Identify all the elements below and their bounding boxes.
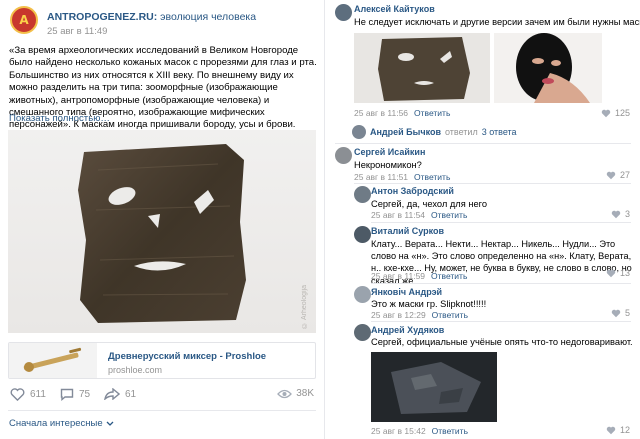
sort-label: Сначала интересные [9, 418, 103, 429]
post-actions: 611 75 61 38K [8, 385, 316, 405]
comment-date[interactable]: 25 авг в 11:56 [354, 108, 408, 118]
share-button[interactable]: 61 [104, 388, 136, 400]
divider [354, 183, 631, 184]
comment-author[interactable]: Виталий Сурков [371, 226, 444, 236]
avatar[interactable] [354, 226, 371, 243]
heart-icon [10, 388, 25, 401]
comment-image-gimp[interactable] [494, 33, 602, 103]
thread-count: 3 ответа [481, 127, 517, 137]
comment-meta: 25 авг в 11:54 Ответить [371, 210, 467, 220]
photo-credit: © Arheologija [301, 285, 308, 329]
avatar[interactable] [354, 324, 371, 341]
comment-like-button[interactable]: 12 [606, 425, 630, 435]
avatar[interactable] [354, 286, 371, 303]
link-domain: proshloe.com [108, 365, 163, 375]
divider [335, 143, 631, 144]
comment-text: Не следует исключать и другие версии зач… [354, 17, 640, 27]
comment-author[interactable]: Алексей Кайтуков [354, 4, 435, 14]
comments-list: Алексей Кайтуков Не следует исключать и … [326, 0, 640, 439]
comment-text: Сергей, официальные учёные опять что-то … [371, 337, 633, 347]
replies-thread-link[interactable]: Андрей Бычков ответил 3 ответа [352, 124, 517, 140]
heart-icon [601, 109, 611, 117]
comment-like-button[interactable]: 13 [606, 268, 630, 278]
heart-icon [606, 171, 616, 179]
avatar[interactable] [335, 4, 352, 21]
comment-author[interactable]: Сергей Исайкин [354, 147, 425, 157]
wall-post: A ANTROPOGENEZ.RU: эволюция человека 25 … [0, 0, 325, 439]
comment-meta: 25 авг в 11:51 Ответить [354, 172, 450, 182]
views-counter: 38K [277, 388, 314, 399]
comment-icon [60, 388, 74, 401]
reply-link[interactable]: Ответить [431, 210, 467, 220]
reply-link[interactable]: Ответить [432, 310, 468, 320]
comment-image[interactable] [371, 352, 497, 422]
comments-sort-dropdown[interactable]: Сначала интересные [9, 418, 114, 429]
share-icon [104, 388, 120, 400]
comment-meta: 25 авг в 12:29 Ответить [371, 310, 468, 320]
comment-author[interactable]: Андрей Худяков [371, 325, 444, 335]
like-button[interactable]: 611 [10, 388, 46, 401]
comment-text: Это ж маски гр. Slipknot!!!!! [371, 299, 487, 309]
reply-link[interactable]: Ответить [414, 108, 450, 118]
link-thumbnail [9, 343, 97, 378]
divider [371, 283, 631, 284]
thread-verb: ответил [444, 127, 478, 137]
link-attachment[interactable]: Древнерусский миксер - Proshloe proshloe… [8, 342, 316, 379]
page: A ANTROPOGENEZ.RU: эволюция человека 25 … [0, 0, 640, 439]
divider [371, 321, 631, 322]
post-date[interactable]: 25 авг в 11:49 [47, 26, 107, 37]
comment-like-button[interactable]: 27 [606, 170, 630, 180]
thread-author: Андрей Бычков [370, 127, 441, 137]
avatar[interactable] [354, 186, 371, 203]
avatar[interactable] [335, 147, 352, 164]
chevron-down-icon [106, 421, 114, 426]
reply-link[interactable]: Ответить [431, 271, 467, 281]
comment-like-button[interactable]: 3 [611, 209, 630, 219]
comment-text: Некрономикон? [354, 160, 422, 170]
comment-author[interactable]: Янковіч Андрэй [371, 287, 442, 297]
comment-meta: 25 авг в 11:56 Ответить [354, 108, 450, 118]
eye-icon [277, 389, 293, 398]
views-count: 38K [296, 388, 314, 399]
likes-count: 611 [30, 389, 46, 400]
reply-link[interactable]: Ответить [432, 426, 468, 436]
community-desc-link[interactable]: эволюция человека [160, 11, 256, 23]
comment-date[interactable]: 25 авг в 11:54 [371, 210, 425, 220]
heart-icon [606, 269, 616, 277]
reply-link[interactable]: Ответить [414, 172, 450, 182]
heart-icon [606, 426, 616, 434]
divider [371, 222, 631, 223]
comment-date[interactable]: 25 авг в 12:29 [371, 310, 426, 320]
comment-text: Сергей, да, чехол для него [371, 199, 487, 209]
leather-mask-image [78, 144, 246, 323]
comment-image-mask[interactable] [354, 33, 490, 103]
comment-like-button[interactable]: 5 [611, 308, 630, 318]
comment-author[interactable]: Антон Забродский [371, 186, 454, 196]
comment-date[interactable]: 25 авг в 11:51 [354, 172, 408, 182]
comments-count: 75 [79, 389, 91, 400]
heart-icon [611, 210, 621, 218]
community-avatar[interactable]: A [10, 6, 38, 34]
show-more-link[interactable]: Показать полностью… [9, 113, 110, 124]
heart-icon [611, 309, 621, 317]
comment-date[interactable]: 25 авг в 11:59 [371, 271, 425, 281]
divider [8, 410, 316, 411]
post-photo[interactable]: © Arheologija [8, 130, 316, 333]
post-author: ANTROPOGENEZ.RU: эволюция человека [47, 11, 256, 23]
comment-like-button[interactable]: 125 [601, 108, 630, 118]
comment-button[interactable]: 75 [60, 388, 90, 401]
comment-meta: 25 авг в 15:42 Ответить [371, 426, 468, 436]
community-name-link[interactable]: ANTROPOGENEZ.RU: [47, 11, 157, 23]
link-title[interactable]: Древнерусский миксер - Proshloe [108, 351, 266, 362]
comment-meta: 25 авг в 11:59 Ответить [371, 271, 467, 281]
comment-date[interactable]: 25 авг в 15:42 [371, 426, 426, 436]
avatar [352, 125, 366, 139]
reposts-count: 61 [125, 388, 137, 400]
